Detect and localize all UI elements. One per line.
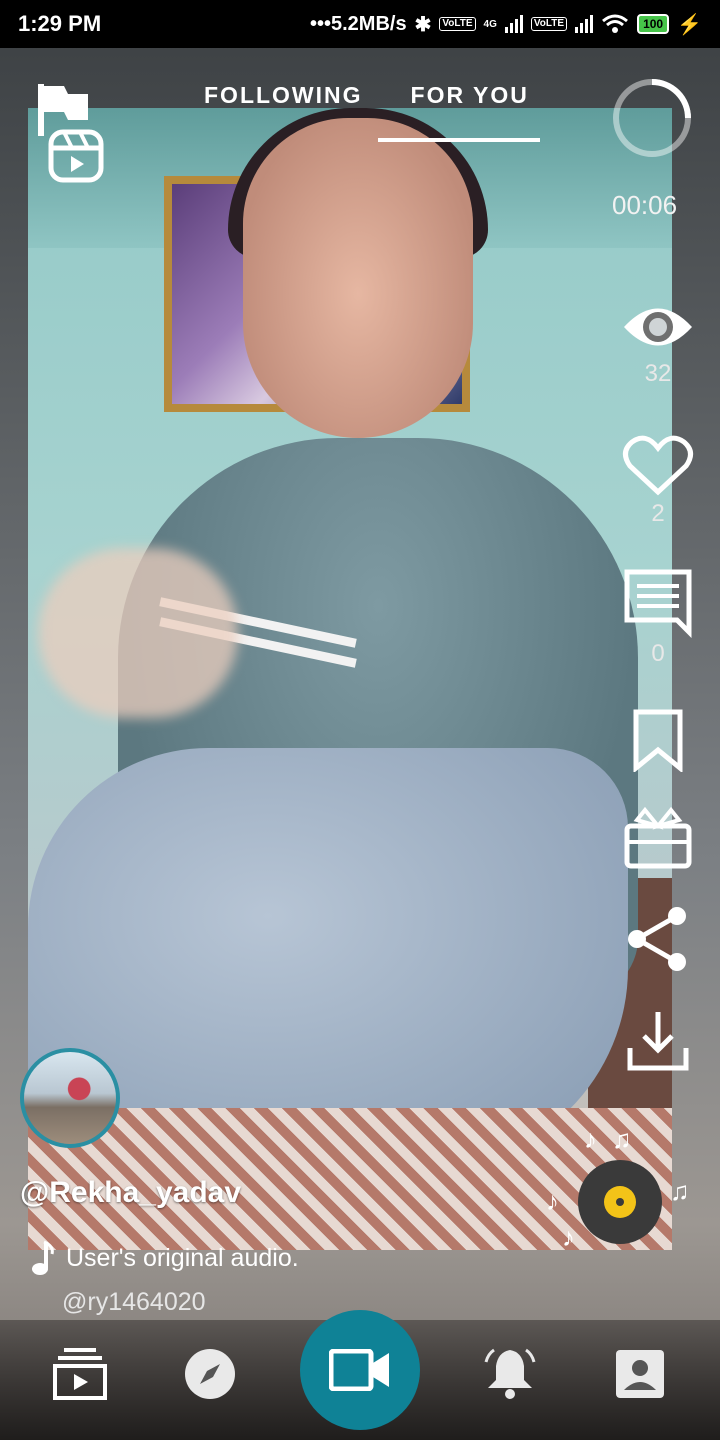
profile-icon[interactable] — [612, 1346, 668, 1402]
eye-icon — [624, 308, 692, 346]
views-count: 32 — [644, 360, 672, 387]
audio-title: User's original audio. — [66, 1243, 299, 1272]
record-video-button[interactable] — [300, 1310, 420, 1430]
feed-tabs: FOLLOWING FOR YOU — [204, 82, 529, 109]
network-speed: •••5.2MB/s — [309, 12, 407, 35]
bluetooth-icon: ✱ — [414, 13, 432, 36]
music-note-icon — [32, 1240, 54, 1275]
charging-icon: ⚡ — [677, 13, 702, 36]
battery-icon: 100 — [637, 14, 670, 34]
timer-ring-icon — [613, 79, 691, 157]
bookmark-icon — [633, 709, 683, 772]
audio-info[interactable]: User's original audio. — [30, 1240, 299, 1276]
volte-icon: VoLTE — [530, 17, 568, 31]
app-screen: 1:29 PM •••5.2MB/s ✱ VoLTE 4G VoLTE 100 … — [0, 0, 720, 1440]
comments-count: 0 — [651, 640, 665, 667]
music-note-icon: ♫ — [612, 1124, 632, 1154]
video-camera-icon — [329, 1349, 389, 1391]
bookmark-button[interactable] — [618, 708, 698, 772]
tab-for-you[interactable]: FOR YOU — [411, 82, 529, 109]
download-button[interactable] — [618, 1008, 698, 1072]
bell-icon[interactable] — [482, 1346, 538, 1402]
music-note-icon: ♪ — [584, 1124, 597, 1154]
music-note-icon: ♫ — [670, 1176, 690, 1206]
status-indicators: •••5.2MB/s ✱ VoLTE 4G VoLTE 100 ⚡ — [310, 12, 702, 37]
wifi-icon — [602, 14, 629, 33]
gift-button[interactable] — [618, 806, 698, 870]
music-disc[interactable] — [578, 1160, 662, 1244]
share-icon — [628, 907, 686, 971]
reels-icon[interactable] — [48, 126, 104, 184]
music-note-icon: ♪ — [562, 1222, 575, 1252]
network-type: 4G — [483, 18, 497, 30]
compass-icon[interactable] — [182, 1346, 238, 1402]
video-person-hand — [38, 548, 238, 718]
download-icon — [627, 1012, 689, 1071]
likes-count: 2 — [651, 500, 665, 527]
comment-button[interactable]: 0 — [618, 568, 698, 668]
feed-icon[interactable] — [52, 1346, 108, 1402]
like-button[interactable]: 2 — [618, 434, 698, 528]
video-person-face — [243, 118, 473, 438]
video-player[interactable] — [28, 108, 672, 1250]
gift-icon — [624, 806, 692, 869]
status-bar: 1:29 PM •••5.2MB/s ✱ VoLTE 4G VoLTE 100 … — [0, 0, 720, 48]
signal-icon — [575, 15, 594, 33]
views-action[interactable]: 32 — [618, 296, 698, 388]
share-button[interactable] — [618, 904, 698, 974]
active-tab-indicator — [378, 138, 540, 142]
music-note-icon: ♪ — [546, 1186, 559, 1216]
music-disc-center — [604, 1186, 636, 1218]
audio-username[interactable]: @ry1464020 — [62, 1288, 206, 1317]
signal-icon — [504, 15, 523, 33]
comment-icon — [624, 569, 692, 638]
avatar[interactable] — [20, 1048, 120, 1148]
volte-icon: VoLTE — [439, 17, 476, 31]
timer-label: 00:06 — [612, 190, 678, 220]
heart-icon — [623, 435, 693, 496]
post-username[interactable]: @Rekha_yadav — [20, 1176, 241, 1210]
tab-following[interactable]: FOLLOWING — [204, 82, 363, 109]
status-time: 1:29 PM — [18, 11, 102, 36]
